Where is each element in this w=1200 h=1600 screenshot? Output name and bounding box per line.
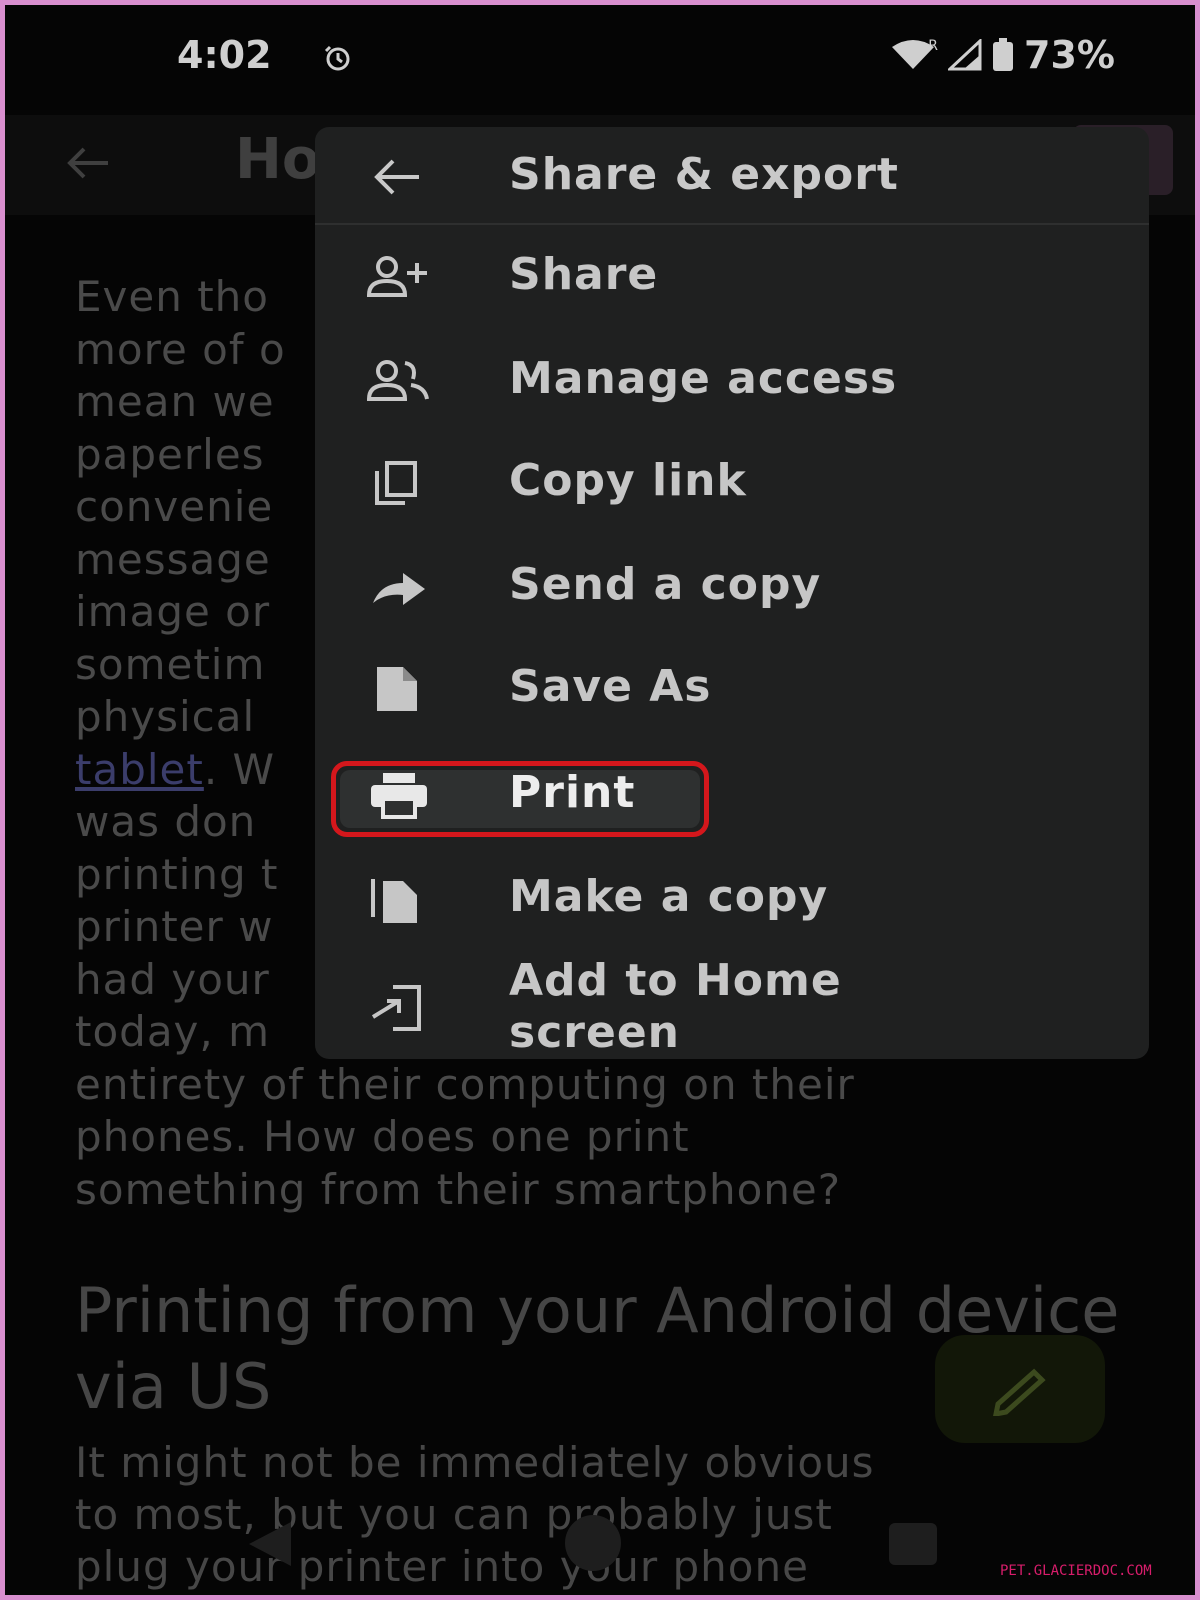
label-line: screen [509,1007,680,1058]
screen: 4:02 R 73% Ho Even tho more of o mean we [5,5,1195,1595]
add-to-home-icon [371,985,421,1031]
back-arrow-icon[interactable] [371,157,423,197]
printer-icon [371,773,427,819]
menu-item-label: Save As [509,661,712,712]
menu-item-label: Print [509,767,636,818]
menu-item-send-a-copy[interactable]: Send a copy [315,535,1149,635]
battery-icon [993,38,1014,71]
menu-header: Share & export [315,127,1149,225]
menu-item-label: Send a copy [509,559,822,610]
back-arrow-icon[interactable] [60,135,116,191]
menu-item-save-as[interactable]: Save As [315,637,1149,737]
cell-signal-icon [948,39,982,71]
text-line: It might not be immediately obvious [75,1438,875,1487]
text-fragment: . W [203,744,276,794]
menu-item-share[interactable]: Share [315,225,1149,325]
menu-item-copy-link[interactable]: Copy link [315,431,1149,531]
text-line: something from their smartphone? [75,1164,842,1214]
menu-item-label: Copy link [509,455,747,506]
menu-item-label: Share [509,249,659,300]
menu-item-label: Add to Home screen [509,955,842,1059]
file-icon [377,667,417,711]
document-title: Ho [235,127,321,192]
tablet-link[interactable]: tablet [75,745,204,794]
status-icons: R 73% [890,33,1115,77]
alarm-clock-icon [324,45,350,71]
nav-recents-button[interactable] [889,1523,937,1565]
share-export-menu: Share & export Share Manage access Copy … [315,127,1149,1059]
duplicate-file-icon [371,879,417,923]
text-line: phones. How does one print [75,1112,690,1161]
menu-item-print[interactable]: Print [315,743,1149,843]
roaming-label: R [928,38,939,54]
menu-header-title: Share & export [509,149,899,200]
watermark: PET.GLACIERDOC.COM [1000,1563,1152,1579]
battery-percentage: 73% [1024,33,1115,77]
nav-home-button[interactable] [565,1515,621,1571]
label-line: Add to Home [509,955,842,1006]
edit-fab-button[interactable] [935,1335,1105,1443]
copy-icon [375,461,417,505]
text-line: entirety of their computing on their [75,1059,855,1109]
people-icon [366,360,429,401]
menu-item-add-to-home-screen[interactable]: Add to Home screen [315,951,1149,1061]
menu-item-label: Manage access [509,353,898,404]
nav-back-icon[interactable] [245,1520,295,1568]
pencil-icon [993,1368,1046,1416]
person-add-icon [366,256,427,297]
menu-item-make-a-copy[interactable]: Make a copy [315,847,1149,947]
forward-arrow-icon [373,573,425,605]
menu-item-label: Make a copy [509,871,829,922]
menu-item-manage-access[interactable]: Manage access [315,329,1149,429]
status-time: 4:02 [177,33,272,77]
